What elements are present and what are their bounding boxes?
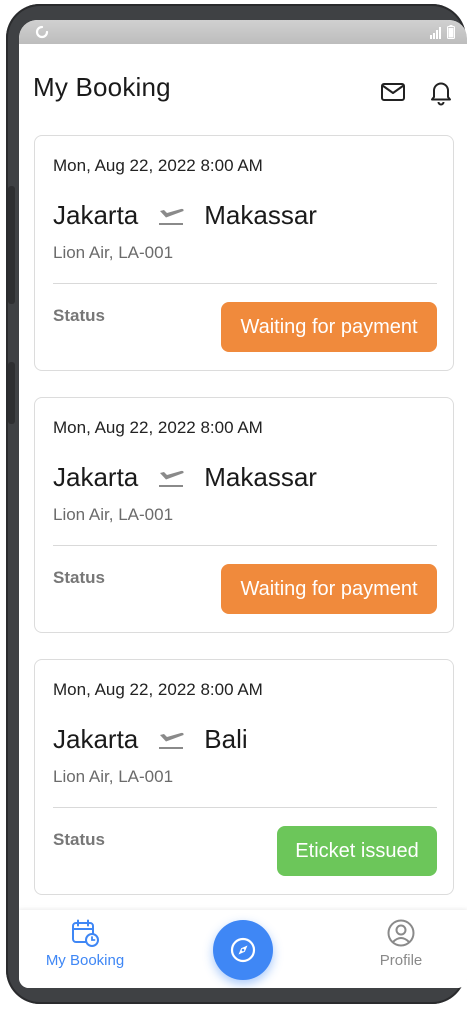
phone-frame: My Booking Mon, Aug 22, 2022 8:00 AM Jak… [6,4,467,1004]
status-button[interactable]: Waiting for payment [221,302,437,352]
status-label: Status [53,830,105,849]
plane-departure-icon [159,208,184,225]
card-divider [53,283,437,284]
explore-button[interactable] [213,920,273,980]
plane-departure-icon [159,732,184,749]
booking-datetime: Mon, Aug 22, 2022 8:00 AM [53,156,263,175]
bell-icon[interactable] [427,78,455,106]
loading-icon [35,25,49,39]
card-divider [53,807,437,808]
battery-icon [447,25,455,39]
origin-city: Jakarta [53,461,139,492]
user-circle-icon [387,919,415,947]
nav-my-booking[interactable]: My Booking [35,918,135,969]
airline-flight: Lion Air, LA-001 [53,767,174,786]
destination-city: Makassar [204,199,317,230]
nav-my-booking-label: My Booking [45,952,125,969]
app-screen: My Booking Mon, Aug 22, 2022 8:00 AM Jak… [19,20,467,988]
card-divider [53,545,437,546]
booking-card[interactable]: Mon, Aug 22, 2022 8:00 AM Jakarta Makass… [34,397,454,633]
booking-datetime: Mon, Aug 22, 2022 8:00 AM [53,680,263,699]
status-icons [430,25,455,39]
booking-card[interactable]: Mon, Aug 22, 2022 8:00 AM Jakarta Makass… [34,135,454,371]
airline-flight: Lion Air, LA-001 [53,243,174,262]
origin-city: Jakarta [53,723,139,754]
destination-city: Makassar [204,461,317,492]
nav-profile-label: Profile [379,952,423,969]
mail-icon[interactable] [379,78,407,106]
booking-route: Jakarta Makassar [53,460,317,494]
booking-route: Jakarta Makassar [53,198,317,232]
status-label: Status [53,306,105,325]
plane-departure-icon [159,470,184,487]
status-button[interactable]: Eticket issued [277,826,437,876]
booking-datetime: Mon, Aug 22, 2022 8:00 AM [53,418,263,437]
destination-city: Bali [204,723,248,754]
booking-card[interactable]: Mon, Aug 22, 2022 8:00 AM Jakarta Bali L… [34,659,454,895]
status-button[interactable]: Waiting for payment [221,564,437,614]
power-button [8,362,15,424]
origin-city: Jakarta [53,199,139,230]
signal-icon [430,27,441,39]
compass-icon [230,937,256,963]
nav-profile[interactable]: Profile [351,918,451,969]
calendar-clock-icon [72,919,99,947]
volume-button [8,186,15,304]
status-bar [19,20,467,44]
booking-route: Jakarta Bali [53,722,248,756]
airline-flight: Lion Air, LA-001 [53,505,174,524]
page-title: My Booking [33,72,171,102]
status-label: Status [53,568,105,587]
